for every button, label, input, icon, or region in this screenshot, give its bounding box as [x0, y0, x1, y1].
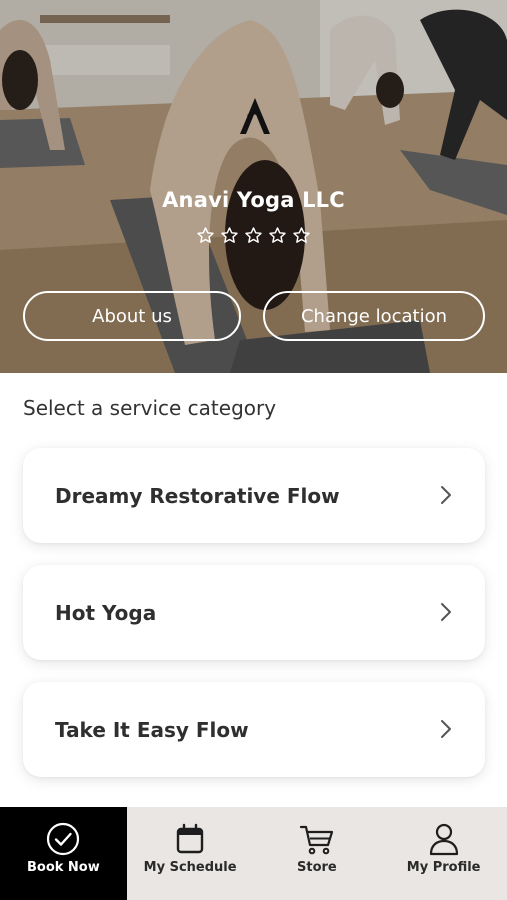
person-icon — [429, 823, 458, 856]
nav-label: My Schedule — [143, 860, 237, 875]
section-title: Select a service category — [23, 396, 277, 420]
bottom-navigation: Book Now My Schedule Store My Profile — [0, 807, 507, 900]
star-outline-icon — [269, 227, 286, 243]
nav-label: Store — [297, 860, 337, 875]
service-card-take-it-easy-flow[interactable]: Take It Easy Flow — [23, 682, 485, 777]
studio-logo — [240, 98, 270, 134]
about-us-button[interactable]: About us — [23, 291, 241, 341]
service-card-dreamy-restorative-flow[interactable]: Dreamy Restorative Flow — [23, 448, 485, 543]
star-outline-icon — [293, 227, 310, 243]
star-outline-icon — [245, 227, 262, 243]
about-us-label: About us — [92, 305, 172, 327]
hero-banner: Anavi Yoga LLC About us Change location — [0, 0, 507, 373]
chevron-right-icon — [441, 720, 451, 738]
chevron-right-icon — [441, 486, 451, 504]
nav-label: Book Now — [26, 860, 100, 875]
rating-stars — [0, 226, 507, 250]
cart-icon — [299, 825, 333, 855]
nav-store[interactable]: Store — [254, 807, 381, 900]
change-location-label: Change location — [300, 305, 448, 327]
calendar-icon — [176, 823, 204, 854]
check-circle-icon — [47, 822, 80, 856]
service-card-label: Hot Yoga — [55, 600, 157, 625]
chevron-right-icon — [441, 603, 451, 621]
nav-label: My Profile — [406, 860, 481, 875]
service-card-label: Dreamy Restorative Flow — [55, 483, 340, 508]
star-outline-icon — [197, 227, 214, 243]
nav-my-schedule[interactable]: My Schedule — [127, 807, 254, 900]
star-outline-icon — [221, 227, 238, 243]
studio-name: Anavi Yoga LLC — [162, 188, 345, 212]
service-card-hot-yoga[interactable]: Hot Yoga — [23, 565, 485, 660]
change-location-button[interactable]: Change location — [263, 291, 485, 341]
nav-my-profile[interactable]: My Profile — [380, 807, 507, 900]
nav-book-now[interactable]: Book Now — [0, 807, 127, 900]
service-card-label: Take It Easy Flow — [55, 717, 249, 742]
